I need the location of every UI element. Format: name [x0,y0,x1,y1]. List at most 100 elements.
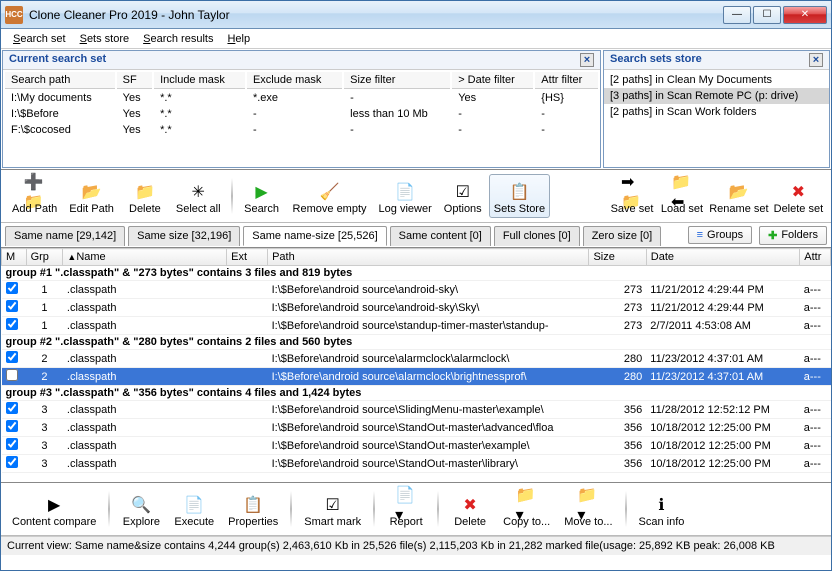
options-button[interactable]: ☑Options [439,174,487,218]
select-all-icon: ✳ [187,181,209,203]
select-all-button[interactable]: ✳Select all [171,174,226,218]
file-row[interactable]: 1.classpathI:\$Before\android source\and… [2,299,831,317]
grid-column-header[interactable]: ▲Name [63,249,227,266]
search-button[interactable]: ▶Search [238,174,286,218]
toolbar-bottom: ▶Content compare 🔍Explore📄Execute📋Propert… [1,483,831,536]
properties-button[interactable]: 📋Properties [223,487,283,531]
sets-store-icon: 📋 [508,181,530,203]
rename-set-button[interactable]: 📂Rename set [708,174,770,218]
mark-checkbox[interactable] [6,300,18,312]
file-row[interactable]: 3.classpathI:\$Before\android source\Sta… [2,437,831,455]
column-header[interactable]: Exclude mask [247,72,342,89]
file-row[interactable]: 1.classpathI:\$Before\android source\sta… [2,317,831,335]
tab[interactable]: Same name [29,142] [5,226,125,246]
mark-checkbox[interactable] [6,420,18,432]
groups-button[interactable]: ≡Groups [688,226,753,244]
results-grid[interactable]: MGrp▲NameExtPathSizeDateAttr group #1 ".… [1,248,831,483]
search-icon: ▶ [251,181,273,203]
copy-to-button[interactable]: 📁▾Copy to... [498,487,555,531]
grid-column-header[interactable]: Date [646,249,800,266]
group-header-row[interactable]: group #3 ".classpath" & "356 bytes" cont… [2,386,831,401]
file-row[interactable]: 2.classpathI:\$Before\android source\ala… [2,350,831,368]
file-row[interactable]: 1.classpathI:\$Before\android source\and… [2,281,831,299]
log-viewer-button[interactable]: 📄Log viewer [374,174,437,218]
copy-to-icon: 📁▾ [516,494,538,516]
explore-button[interactable]: 🔍Explore [117,487,165,531]
search-path-row[interactable]: I:\$BeforeYes*.*-less than 10 Mb-- [5,107,598,121]
search-path-row[interactable]: I:\My documentsYes*.**.exe-Yes{HS} [5,91,598,105]
save-set-button[interactable]: ➡📁Save set [608,174,656,218]
load-set-button[interactable]: 📁⬅Load set [658,174,706,218]
file-row[interactable]: 3.classpathI:\$Before\android source\Sta… [2,419,831,437]
grid-column-header[interactable]: Ext [227,249,268,266]
panel-close-icon[interactable]: × [809,53,823,67]
report-button[interactable]: 📄▾Report [382,487,430,531]
column-header[interactable]: > Date filter [452,72,533,89]
file-row[interactable]: 3.classpathI:\$Before\android source\Sli… [2,401,831,419]
move-to-icon: 📁▾ [577,494,599,516]
file-row[interactable]: 2.classpathI:\$Before\android source\ala… [2,368,831,386]
column-header[interactable]: Search path [5,72,115,89]
tab[interactable]: Full clones [0] [494,226,580,246]
sets-store-button[interactable]: 📋Sets Store [489,174,550,218]
delete-files-button[interactable]: ✖Delete [446,487,494,531]
mark-checkbox[interactable] [6,456,18,468]
menu-sets-store[interactable]: Sets store [74,31,136,47]
rename-set-icon: 📂 [728,181,750,203]
close-button[interactable]: ✕ [783,6,827,24]
mark-checkbox[interactable] [6,402,18,414]
grid-column-header[interactable]: Size [589,249,646,266]
menu-help[interactable]: Help [221,31,256,47]
delete-set-icon: ✖ [787,181,809,203]
add-path-button[interactable]: ➕📁Add Path [7,174,62,218]
column-header[interactable]: SF [117,72,152,89]
tab[interactable]: Same size [32,196] [128,226,240,246]
execute-button[interactable]: 📄Execute [169,487,219,531]
save-set-icon: ➡📁 [621,181,643,203]
minimize-button[interactable]: — [723,6,751,24]
menubar: Search set Sets store Search results Hel… [1,29,831,49]
grid-column-header[interactable]: M [2,249,27,266]
sets-store-item[interactable]: [2 paths] in Clean My Documents [604,72,829,88]
column-header[interactable]: Size filter [344,72,450,89]
grid-column-header[interactable]: Grp [26,249,63,266]
grid-column-header[interactable]: Path [268,249,589,266]
maximize-button[interactable]: ☐ [753,6,781,24]
toolbar-main: ➕📁Add Path📂Edit Path📁Delete✳Select all ▶S… [1,170,602,223]
tab[interactable]: Zero size [0] [583,226,662,246]
content-compare-button[interactable]: ▶Content compare [7,487,101,531]
smart-mark-button[interactable]: ☑Smart mark [299,487,366,531]
mark-checkbox[interactable] [6,282,18,294]
menu-search-set[interactable]: Search set [7,31,72,47]
mark-checkbox[interactable] [6,318,18,330]
sets-store-item[interactable]: [3 paths] in Scan Remote PC (p: drive) [604,88,829,104]
edit-path-button[interactable]: 📂Edit Path [64,174,119,218]
tab[interactable]: Same name-size [25,526] [243,226,386,246]
folders-button[interactable]: ✚Folders [759,226,827,245]
search-sets-store-panel: Search sets store × [2 paths] in Clean M… [603,50,830,168]
move-to-button[interactable]: 📁▾Move to... [559,487,617,531]
sets-store-item[interactable]: [2 paths] in Scan Work folders [604,104,829,120]
remove-empty-button[interactable]: 🧹Remove empty [288,174,372,218]
mark-checkbox[interactable] [6,438,18,450]
tabs-row: Same name [29,142]Same size [32,196]Same… [1,223,831,248]
delete-path-button[interactable]: 📁Delete [121,174,169,218]
mark-checkbox[interactable] [6,369,18,381]
file-row[interactable]: 3.classpathI:\$Before\android source\Sta… [2,455,831,473]
mark-checkbox[interactable] [6,351,18,363]
scan-info-button[interactable]: ℹScan info [634,487,690,531]
properties-icon: 📋 [242,494,264,516]
group-header-row[interactable]: group #2 ".classpath" & "280 bytes" cont… [2,335,831,350]
tab[interactable]: Same content [0] [390,226,491,246]
column-header[interactable]: Attr filter [535,72,598,89]
group-header-row[interactable]: group #1 ".classpath" & "273 bytes" cont… [2,266,831,281]
content-compare-icon: ▶ [43,494,65,516]
load-set-icon: 📁⬅ [671,181,693,203]
grid-column-header[interactable]: Attr [800,249,831,266]
menu-search-results[interactable]: Search results [137,31,219,47]
column-header[interactable]: Include mask [154,72,245,89]
delete-set-button[interactable]: ✖Delete set [772,174,825,218]
search-path-row[interactable]: F:\$cocosedYes*.*---- [5,123,598,137]
panel-title-text: Search sets store [610,53,702,67]
panel-close-icon[interactable]: × [580,53,594,67]
